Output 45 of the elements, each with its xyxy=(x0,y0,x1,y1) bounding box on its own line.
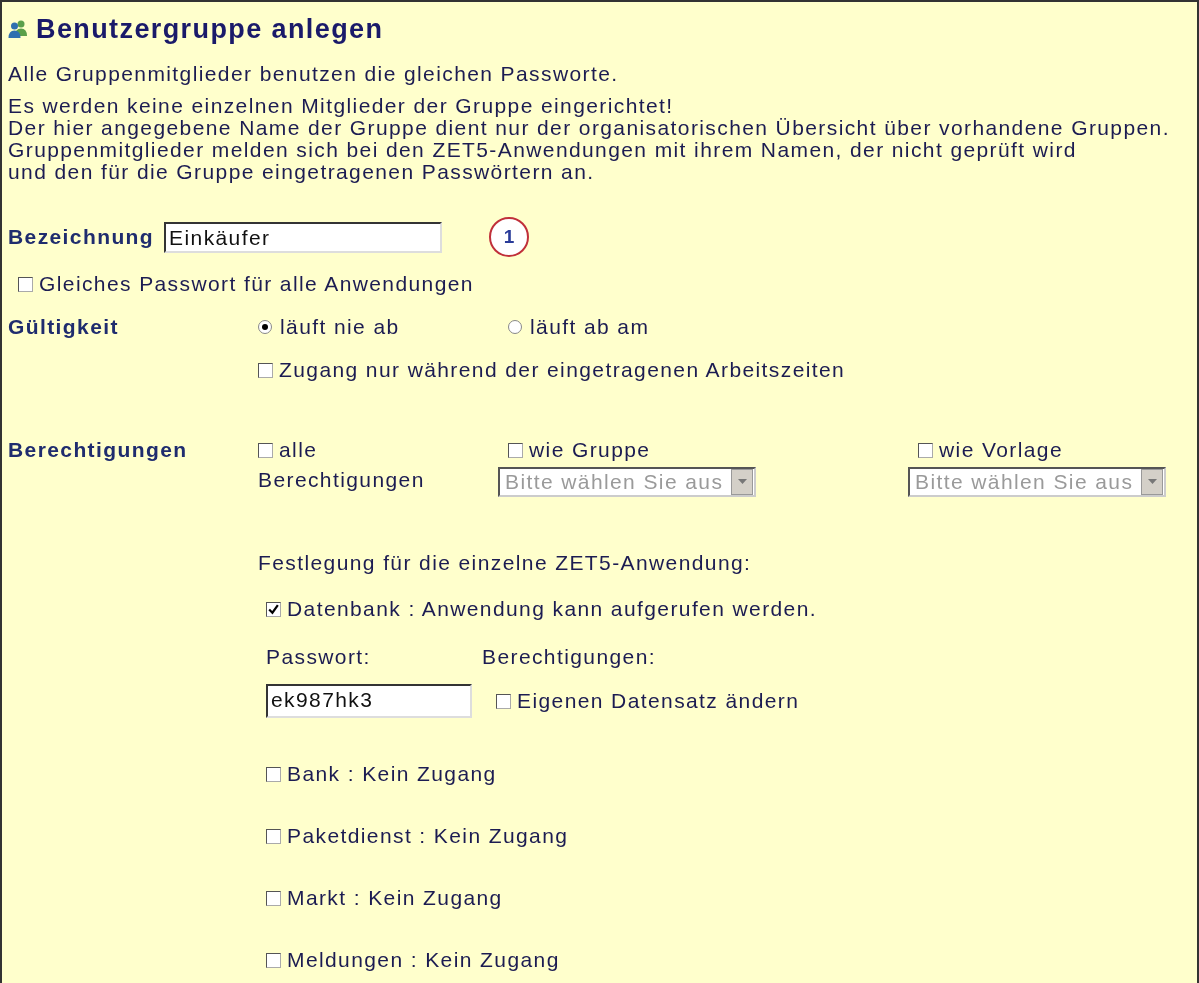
checkbox[interactable] xyxy=(496,693,511,709)
checkbox-label: Markt : Kein Zugang xyxy=(287,887,503,909)
checkbox-label: Zugang nur während der eingetragenen Arbeitszeiten xyxy=(279,359,846,381)
checkbox-label: Gleiches Passwort für alle Anwendungen xyxy=(39,273,474,295)
checkbox-label: Bank : Kein Zugang xyxy=(287,763,497,785)
checkbox-label: Eigenen Datensatz ändern xyxy=(517,690,800,712)
checkbox-label: Paketdienst : Kein Zugang xyxy=(287,825,569,847)
checkbox-label: Berechtigungen xyxy=(258,469,426,491)
users-icon xyxy=(8,20,28,38)
note-text: Der hier angegebene Name der Gruppe dient nur der organisatorischen Übersicht über vorhandene Gruppen. xyxy=(8,117,1171,139)
checkbox[interactable] xyxy=(266,952,281,968)
caret-icon xyxy=(737,479,747,485)
field-label: Berechtigungen: xyxy=(482,646,657,668)
checkbox[interactable] xyxy=(918,442,933,458)
intro-text: Alle Gruppenmitglieder benutzen die gleichen Passworte. xyxy=(8,63,620,85)
caret-icon xyxy=(1147,479,1157,485)
checkbox[interactable] xyxy=(266,766,281,782)
checkbox-label: wie Gruppe xyxy=(529,439,651,461)
checkbox-label: wie Vorlage xyxy=(939,439,1063,461)
password-input[interactable]: ek987hk3 xyxy=(266,684,472,718)
radio-button[interactable] xyxy=(258,320,272,334)
radio-button[interactable] xyxy=(508,320,522,334)
field-label: Passwort: xyxy=(266,646,372,668)
radio-label: läuft ab am xyxy=(530,316,650,338)
name-input[interactable]: Einkäufer xyxy=(164,221,443,253)
section-heading: Festlegung für die einzelne ZET5-Anwendung: xyxy=(258,552,753,574)
checkbox[interactable] xyxy=(266,601,281,617)
section-label: Gültigkeit xyxy=(8,316,120,340)
checkbox[interactable] xyxy=(18,276,33,292)
callout-badge: 1 xyxy=(489,217,530,257)
note-text: Es werden keine einzelnen Mitglieder der Gruppe eingerichtet! xyxy=(8,95,675,117)
checkbox[interactable] xyxy=(258,362,273,378)
checkbox-label: Meldungen : Kein Zugang xyxy=(287,949,560,971)
checkbox[interactable] xyxy=(258,442,273,458)
note-text: und den für die Gruppe eingetragenen Passwörtern an. xyxy=(8,161,595,183)
checkbox[interactable] xyxy=(508,442,523,458)
radio-label: läuft nie ab xyxy=(280,316,400,338)
checkbox[interactable] xyxy=(266,828,281,844)
page-title: Benutzergruppe anlegen xyxy=(36,13,384,45)
field-label: Bezeichnung xyxy=(8,226,155,248)
checkbox[interactable] xyxy=(266,890,281,906)
section-label: Berechtigungen xyxy=(8,439,189,463)
checkbox-label: Datenbank : Anwendung kann aufgerufen werden. xyxy=(287,598,817,620)
note-text: Gruppenmitglieder melden sich bei den ZET5-Anwendungen mit ihrem Namen, der nicht geprüft wird xyxy=(8,139,1077,161)
checkbox-label: alle xyxy=(279,439,318,461)
